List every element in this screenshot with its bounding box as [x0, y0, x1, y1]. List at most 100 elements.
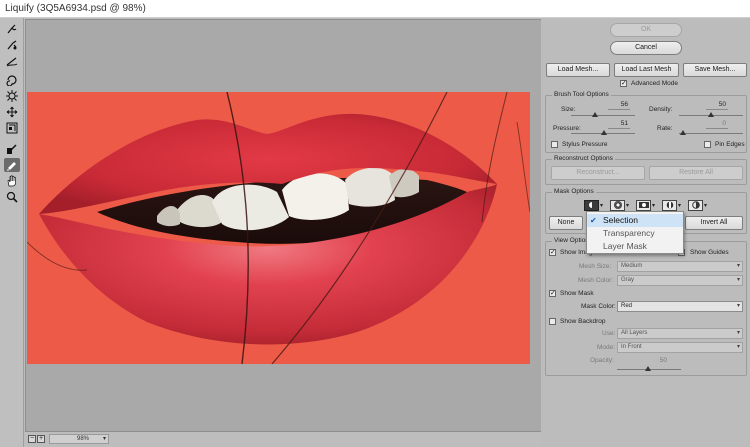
size-slider-track[interactable] — [571, 115, 635, 116]
intersect-selection-icon — [662, 199, 677, 211]
replace-selection-icon — [584, 199, 599, 211]
pin-edges-label: Pin Edges — [715, 141, 745, 148]
cancel-button[interactable]: Cancel — [610, 41, 682, 55]
mode-label: Mode: — [597, 344, 616, 351]
use-select[interactable]: All Layers ▾ — [617, 328, 743, 339]
reconstruct-options-title: Reconstruct Options — [552, 155, 615, 162]
save-mesh-button[interactable]: Save Mesh... — [683, 63, 747, 77]
show-backdrop-label: Show Backdrop — [560, 318, 606, 325]
chevron-down-icon: ▾ — [704, 202, 708, 209]
chevron-down-icon: ▾ — [736, 330, 740, 336]
masked-lips-image[interactable] — [27, 92, 530, 364]
pressure-value-underline — [608, 128, 630, 129]
show-guides-label: Show Guides — [690, 249, 729, 256]
ok-button[interactable]: OK — [610, 23, 682, 37]
mask-options-title: Mask Options — [552, 188, 596, 195]
zoom-in-button[interactable]: + — [37, 435, 45, 443]
stylus-pressure-checkbox[interactable] — [551, 141, 558, 148]
show-mask-label: Show Mask — [560, 290, 594, 297]
subtract-from-selection-button[interactable]: ▾ — [636, 199, 655, 211]
rate-slider-track[interactable] — [679, 133, 743, 134]
load-last-mesh-button[interactable]: Load Last Mesh — [614, 63, 679, 77]
mesh-color-select[interactable]: Gray ▾ — [617, 275, 743, 286]
pressure-value[interactable]: 51 — [608, 120, 628, 127]
show-image-checkbox[interactable]: ✓ — [549, 249, 556, 256]
status-bar: − + 98% ▾ — [25, 432, 543, 447]
load-mesh-button[interactable]: Load Mesh... — [546, 63, 610, 77]
title-bar: Liquify (3Q5A6934.psd @ 98%) — [0, 0, 750, 18]
tools-panel — [0, 18, 24, 447]
chevron-down-icon: ▾ — [678, 202, 682, 209]
zoom-out-button[interactable]: − — [28, 435, 36, 443]
mesh-size-value: Medium — [621, 263, 643, 269]
restore-all-button[interactable]: Restore All — [649, 166, 743, 180]
opacity-value[interactable]: 50 — [647, 357, 667, 364]
twirl-icon[interactable] — [4, 73, 20, 87]
add-to-selection-button[interactable]: ▾ — [610, 199, 629, 211]
add-to-selection-icon — [610, 199, 625, 211]
pin-edges-checkbox[interactable] — [704, 141, 711, 148]
invert-selection-icon — [688, 199, 703, 211]
none-button[interactable]: None — [549, 216, 583, 230]
mask-color-select[interactable]: Red ▾ — [617, 301, 743, 312]
size-label: Size: — [561, 106, 576, 113]
replace-selection-button[interactable]: ▾ — [584, 199, 603, 211]
reconstruct-button[interactable]: Reconstruct... — [551, 166, 645, 180]
size-slider-thumb[interactable] — [592, 112, 598, 117]
dropdown-item-layer-mask[interactable]: Layer Mask — [587, 240, 683, 253]
rate-slider-thumb[interactable] — [680, 130, 686, 135]
show-mask-checkbox[interactable]: ✓ — [549, 290, 556, 297]
chevron-down-icon: ▾ — [736, 277, 740, 283]
subtract-from-selection-icon — [636, 199, 651, 211]
density-slider-thumb[interactable] — [708, 112, 714, 117]
chevron-down-icon: ▾ — [736, 263, 740, 269]
invert-all-button[interactable]: Invert All — [685, 216, 743, 230]
opacity-slider-thumb[interactable] — [645, 366, 651, 371]
forward-warp-icon[interactable] — [4, 22, 20, 36]
zoom-level-value: 98% — [77, 436, 90, 442]
chevron-down-icon: ▾ — [626, 202, 630, 209]
rate-value[interactable]: 0 — [706, 120, 726, 127]
chevron-down-icon: ▾ — [736, 344, 740, 350]
density-value-underline — [706, 109, 728, 110]
zoom-level-select[interactable]: 98% ▾ — [49, 434, 109, 444]
mesh-size-select[interactable]: Medium ▾ — [617, 261, 743, 272]
mask-color-value: Red — [621, 303, 633, 309]
show-backdrop-checkbox[interactable] — [549, 318, 556, 325]
mode-select[interactable]: In Front ▾ — [617, 342, 743, 353]
bloat-icon[interactable] — [4, 105, 20, 119]
intersect-selection-button[interactable]: ▾ — [662, 199, 681, 211]
preview-canvas[interactable] — [25, 19, 543, 432]
use-value: All Layers — [621, 330, 648, 336]
thaw-mask-icon[interactable] — [4, 158, 20, 172]
freeze-mask-icon[interactable] — [4, 142, 20, 156]
size-value[interactable]: 56 — [608, 101, 628, 108]
rate-label: Rate: — [657, 125, 673, 132]
reconstruct-icon[interactable] — [4, 38, 20, 52]
smooth-icon[interactable] — [4, 54, 20, 68]
pucker-icon[interactable] — [4, 89, 20, 103]
rate-value-underline — [706, 128, 728, 129]
mode-value: In Front — [621, 344, 642, 350]
pressure-slider-thumb[interactable] — [601, 130, 607, 135]
push-left-icon[interactable] — [4, 121, 20, 135]
dropdown-item-selection[interactable]: ✔ Selection — [587, 214, 683, 227]
brush-tool-options-title: Brush Tool Options — [552, 91, 611, 98]
checkmark-icon: ✔ — [590, 216, 597, 225]
advanced-mode-checkbox[interactable]: ✓ — [620, 80, 627, 87]
chevron-down-icon: ▾ — [600, 202, 604, 209]
invert-selection-button[interactable]: ▾ — [688, 199, 707, 211]
dropdown-item-transparency[interactable]: Transparency — [587, 227, 683, 240]
zoom-icon[interactable] — [4, 190, 20, 204]
dropdown-item-label: Selection — [603, 215, 638, 225]
density-value[interactable]: 50 — [706, 101, 726, 108]
hand-icon[interactable] — [4, 174, 20, 188]
use-label: Use: — [602, 330, 616, 337]
chevron-down-icon: ▾ — [102, 436, 106, 442]
mask-mode-dropdown: ✔ Selection Transparency Layer Mask — [586, 211, 684, 254]
stylus-pressure-label: Stylus Pressure — [562, 141, 608, 148]
opacity-label: Opacity: — [590, 357, 614, 364]
dropdown-item-label: Layer Mask — [603, 241, 647, 251]
chevron-down-icon: ▾ — [652, 202, 656, 209]
density-label: Density: — [649, 106, 673, 113]
